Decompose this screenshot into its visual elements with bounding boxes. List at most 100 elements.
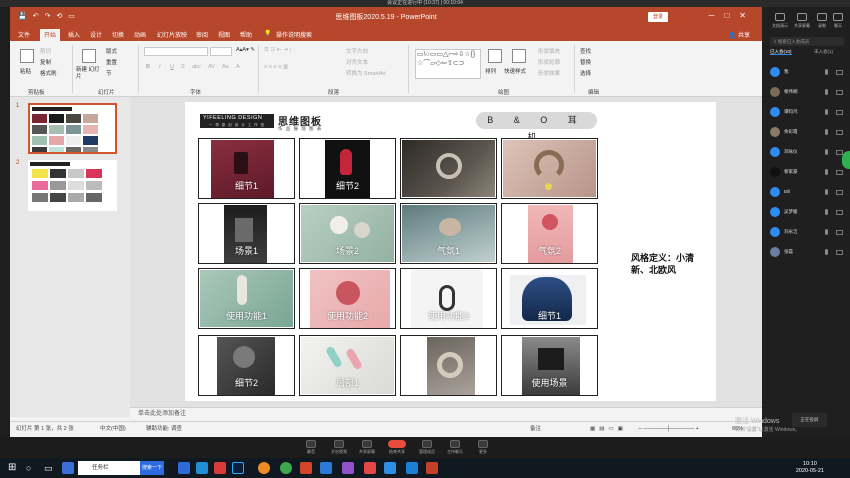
search-circle-icon[interactable]: ○: [26, 462, 38, 474]
arrange-button[interactable]: 排列: [485, 67, 496, 75]
char-spacing-button[interactable]: AV: [208, 64, 215, 70]
shadow-button[interactable]: abc: [192, 64, 201, 70]
app-icon[interactable]: [406, 462, 418, 474]
format-painter-button[interactable]: 格式刷: [40, 69, 57, 77]
tab-help[interactable]: 帮助: [240, 30, 252, 39]
list-buttons[interactable]: ☰ ☷ ⇤ ⇥ ↕: [264, 47, 292, 53]
tab-slideshow[interactable]: 幻灯片放映: [157, 30, 187, 39]
new-slide-icon[interactable]: [82, 49, 96, 63]
tab-joined[interactable]: 已入会(10): [770, 49, 792, 55]
window-controls[interactable]: ─□✕: [709, 11, 756, 20]
camera-icon[interactable]: [836, 190, 843, 195]
microphone-icon[interactable]: [825, 89, 828, 95]
stop-share-button[interactable]: 结束共享: [384, 440, 410, 456]
font-size-grow-icon[interactable]: A▴A▾ ✎: [236, 47, 255, 53]
app-icon[interactable]: [178, 462, 190, 474]
font-size-field[interactable]: [210, 47, 232, 56]
new-slide-button[interactable]: 新建 幻灯片: [76, 67, 102, 81]
tab-home[interactable]: 开始: [40, 29, 61, 41]
arrange-icon[interactable]: [488, 49, 502, 63]
tab-transitions[interactable]: 切换: [112, 30, 124, 39]
chat-button[interactable]: 聊天: [828, 13, 848, 29]
app-icon[interactable]: [320, 462, 332, 474]
firefox-icon[interactable]: [258, 462, 270, 474]
slide-thumbnail-2[interactable]: [28, 160, 117, 211]
taskbar-search-button[interactable]: 搜索一下: [140, 461, 164, 475]
replace-button[interactable]: 替换: [580, 58, 591, 66]
italic-button[interactable]: I: [159, 64, 161, 70]
share-screen-button[interactable]: 共享屏幕: [792, 13, 812, 29]
camera-icon[interactable]: [836, 170, 843, 175]
camera-icon[interactable]: [836, 70, 843, 75]
accessibility-checker[interactable]: 辅助功能: 调查: [146, 422, 182, 437]
video-button[interactable]: 开启视频: [326, 440, 352, 456]
underline-button[interactable]: U: [170, 64, 174, 70]
font-color-button[interactable]: A: [236, 64, 240, 70]
camera-icon[interactable]: [836, 210, 843, 215]
member-row[interactable]: 刘永洁: [770, 227, 846, 239]
chrome-icon[interactable]: [280, 462, 292, 474]
app-icon[interactable]: [384, 462, 396, 474]
camera-icon[interactable]: [836, 230, 843, 235]
member-row[interactable]: 张磊: [770, 247, 846, 259]
find-button[interactable]: 查找: [580, 47, 591, 55]
shape-effects-button[interactable]: 形状效果: [538, 69, 560, 77]
app-icon[interactable]: [196, 462, 208, 474]
tab-design[interactable]: 设计: [90, 30, 102, 39]
microphone-icon[interactable]: [825, 149, 828, 155]
tab-view[interactable]: 视图: [218, 30, 230, 39]
reset-button[interactable]: 重置: [106, 58, 117, 66]
member-row[interactable]: 邓咏仪: [770, 147, 846, 159]
app-icon[interactable]: [214, 462, 226, 474]
slide-1[interactable]: YIFEELING DESIGN 一 再 原 创 设 计 工 作 室 思维图板 …: [185, 102, 716, 401]
microphone-icon[interactable]: [825, 109, 828, 115]
host-chat-button[interactable]: 主持聊天: [442, 440, 468, 456]
camera-icon[interactable]: [836, 250, 843, 255]
section-button[interactable]: 节: [106, 69, 112, 77]
tab-insert[interactable]: 插入: [68, 30, 80, 39]
login-button[interactable]: 登录: [648, 12, 668, 22]
cut-button[interactable]: 剪切: [40, 47, 51, 55]
app-icon[interactable]: [342, 462, 354, 474]
document-demo-button[interactable]: 文档演示: [770, 13, 790, 29]
layout-button[interactable]: 版式: [106, 47, 117, 55]
shape-fill-button[interactable]: 形状填充: [538, 47, 560, 55]
member-row[interactable]: 余彩霞: [770, 127, 846, 139]
camera-icon[interactable]: [836, 90, 843, 95]
notes-pane[interactable]: 单击此处添加备注: [130, 407, 762, 421]
tab-review[interactable]: 审阅: [196, 30, 208, 39]
microphone-icon[interactable]: [825, 169, 828, 175]
mute-button[interactable]: 静音: [298, 440, 324, 456]
member-row[interactable]: 黎伟桐: [770, 87, 846, 99]
task-view-icon[interactable]: ▭: [44, 462, 56, 474]
windows-start-icon[interactable]: ⊞: [8, 462, 20, 474]
system-clock[interactable]: 10:10 2020-05-21: [796, 461, 824, 475]
manage-members-button[interactable]: 管理成员: [414, 440, 440, 456]
share-screen-toolbar-button[interactable]: 共享屏幕: [354, 440, 380, 456]
floating-status-indicator[interactable]: [842, 151, 850, 169]
microphone-icon[interactable]: [825, 189, 828, 195]
copy-button[interactable]: 复制: [40, 58, 51, 66]
member-row[interactable]: 吴梦媛: [770, 207, 846, 219]
slide-thumbnail-1[interactable]: [28, 103, 117, 154]
paste-button[interactable]: 粘贴: [20, 67, 31, 75]
microphone-icon[interactable]: [825, 229, 828, 235]
tell-me-search[interactable]: 操作说明搜索: [276, 30, 312, 39]
app-icon[interactable]: [300, 462, 312, 474]
text-direction-button[interactable]: 文字方向: [346, 47, 368, 55]
quick-styles-icon[interactable]: [512, 49, 526, 63]
app-icon[interactable]: [62, 462, 74, 474]
strikethrough-button[interactable]: S: [181, 64, 185, 70]
smartart-button[interactable]: 转换为 SmartArt: [346, 69, 386, 77]
powerpoint-taskbar-icon[interactable]: [426, 462, 438, 474]
align-buttons[interactable]: ≡ ≡ ≡ ≡ ▥: [264, 64, 288, 70]
tab-not-joined[interactable]: 未入会(1): [814, 49, 833, 55]
member-row[interactable]: Bill: [770, 187, 846, 199]
member-row[interactable]: 黎家豪: [770, 167, 846, 179]
select-button[interactable]: 选择: [580, 69, 591, 77]
photoshop-icon[interactable]: [232, 462, 244, 474]
change-case-button[interactable]: Aa: [222, 64, 229, 70]
member-search-input[interactable]: ⌕ 搜索已入会成员: [770, 37, 844, 46]
shapes-gallery[interactable]: ▭\○▭▭△⌐⇨⇩☆{}☆⌒▱◇⇦⇧⊂⊃: [415, 49, 481, 79]
font-name-field[interactable]: [144, 47, 208, 56]
